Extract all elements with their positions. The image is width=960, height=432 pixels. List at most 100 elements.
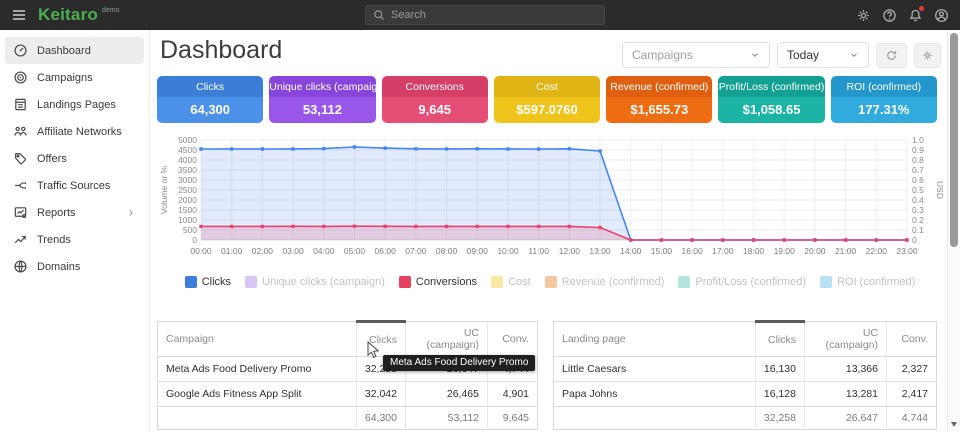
help-icon[interactable] (876, 0, 902, 30)
column-header-landing-page[interactable]: Landing page (554, 322, 756, 357)
row-tooltip: Meta Ads Food Delivery Promo (383, 355, 535, 371)
svg-text:0.2: 0.2 (912, 215, 924, 225)
menu-icon[interactable] (4, 0, 34, 30)
svg-text:0: 0 (912, 235, 917, 245)
totals-cell: 4,744 (887, 407, 937, 430)
column-header-campaign[interactable]: Campaign (158, 322, 357, 357)
account-icon[interactable] (928, 0, 954, 30)
sidebar-item-domains[interactable]: Domains (5, 253, 144, 280)
legend-swatch (820, 276, 832, 288)
refresh-button[interactable] (876, 43, 907, 68)
legend-label: ROI (confirmed) (837, 276, 915, 288)
svg-text:1000: 1000 (178, 215, 197, 225)
logo[interactable]: Keitaro demo (38, 0, 120, 30)
chevron-down-icon (750, 50, 760, 60)
svg-text:0.1: 0.1 (912, 225, 924, 235)
legend-item-profit-loss-confirmed-[interactable]: Profit/Loss (confirmed) (678, 276, 806, 288)
legend-swatch (545, 276, 557, 288)
svg-text:06:00: 06:00 (375, 246, 397, 256)
sidebar-item-affiliate-networks[interactable]: Affiliate Networks (5, 118, 144, 145)
column-header-uc-campaign-[interactable]: UC (campaign) (805, 322, 887, 357)
scrollbar-thumb[interactable] (950, 33, 958, 247)
svg-text:20:00: 20:00 (804, 246, 826, 256)
logo-badge: demo (102, 7, 120, 14)
legend-item-cost[interactable]: Cost (491, 276, 531, 288)
svg-text:2500: 2500 (178, 185, 197, 195)
svg-text:5000: 5000 (178, 135, 197, 145)
table-cell: Papa Johns (554, 382, 756, 407)
landing-pages-table: Landing pageClicksUC (campaign)Conv.Litt… (553, 320, 937, 430)
metric-card-value: 53,112 (269, 97, 375, 123)
target-icon (13, 70, 28, 85)
split-icon (13, 178, 28, 193)
metric-card-label: Revenue (confirmed) (606, 76, 712, 97)
totals-cell: 32,258 (755, 407, 804, 430)
sidebar-item-reports[interactable]: Reports (5, 199, 144, 226)
sidebar-item-landings-pages[interactable]: Landings Pages (5, 91, 144, 118)
svg-text:14:00: 14:00 (620, 246, 642, 256)
totals-cell: 64,300 (356, 407, 405, 430)
notifications-icon[interactable] (902, 0, 928, 30)
legend-item-unique-clicks-campaign-[interactable]: Unique clicks (campaign) (245, 276, 385, 288)
campaigns-filter-select[interactable]: Campaigns (622, 42, 770, 68)
totals-cell (158, 407, 357, 430)
legend-item-revenue-confirmed-[interactable]: Revenue (confirmed) (545, 276, 665, 288)
main-content: Dashboard Campaigns Today Clicks64,300Un… (150, 30, 947, 432)
svg-text:07:00: 07:00 (405, 246, 427, 256)
svg-text:09:00: 09:00 (467, 246, 489, 256)
svg-text:500: 500 (183, 225, 197, 235)
chart-legend: Clicks Unique clicks (campaign) Conversion… (157, 276, 943, 288)
metric-card-conversions: Conversions9,645 (382, 76, 488, 123)
sidebar-item-trends[interactable]: Trends (5, 226, 144, 253)
column-header-uc-campaign-[interactable]: UC (campaign) (406, 322, 488, 357)
sidebar-item-dashboard[interactable]: Dashboard (5, 37, 144, 64)
legend-label: Profit/Loss (confirmed) (695, 276, 806, 288)
svg-text:0: 0 (192, 235, 197, 245)
sidebar-item-offers[interactable]: Offers (5, 145, 144, 172)
metric-card-label: Profit/Loss (confirmed) (718, 76, 824, 97)
header-controls: Campaigns Today (622, 42, 941, 68)
table-cell: 13,281 (805, 382, 887, 407)
column-header-conv-[interactable]: Conv. (488, 322, 538, 357)
column-header-clicks[interactable]: Clicks (356, 322, 405, 357)
legend-swatch (678, 276, 690, 288)
svg-text:17:00: 17:00 (712, 246, 734, 256)
sidebar-item-label: Reports (37, 207, 126, 219)
column-header-conv-[interactable]: Conv. (887, 322, 937, 357)
table-cell: Little Caesars (554, 357, 756, 382)
svg-text:08:00: 08:00 (436, 246, 458, 256)
totals-cell: 53,112 (406, 407, 488, 430)
svg-text:11:00: 11:00 (528, 246, 549, 256)
legend-item-conversions[interactable]: Conversions (399, 276, 477, 288)
metric-card-label: Conversions (382, 76, 488, 97)
dashboard-settings-button[interactable] (914, 43, 941, 68)
period-select[interactable]: Today (777, 42, 869, 68)
search-bar[interactable] (365, 5, 605, 25)
sidebar-item-traffic-sources[interactable]: Traffic Sources (5, 172, 144, 199)
totals-cell: 26,647 (805, 407, 887, 430)
settings-icon[interactable] (850, 0, 876, 30)
people-icon (13, 124, 28, 139)
legend-label: Revenue (confirmed) (562, 276, 665, 288)
metric-card-label: Unique clicks (campaign) (269, 76, 375, 97)
column-header-clicks[interactable]: Clicks (755, 322, 804, 357)
scrollbar-down-arrow-icon[interactable] (951, 422, 957, 427)
table-cell: Google Ads Fitness App Split (158, 382, 357, 407)
sidebar-item-campaigns[interactable]: Campaigns (5, 64, 144, 91)
table-row[interactable]: Little Caesars16,13013,3662,327 (554, 357, 937, 382)
table-cell: 26,465 (406, 382, 488, 407)
metric-card-cost: Cost$597.0760 (494, 76, 600, 123)
svg-text:0.7: 0.7 (912, 165, 924, 175)
search-input[interactable] (391, 9, 597, 21)
landing-pages-table: Landing pageClicksUC (campaign)Conv.Litt… (553, 320, 937, 430)
legend-item-roi-confirmed-[interactable]: ROI (confirmed) (820, 276, 915, 288)
svg-text:16:00: 16:00 (681, 246, 703, 256)
svg-text:13:00: 13:00 (589, 246, 611, 256)
svg-text:0.8: 0.8 (912, 155, 924, 165)
period-value: Today (787, 48, 819, 62)
table-row[interactable]: Google Ads Fitness App Split32,04226,465… (158, 382, 538, 407)
sidebar-item-label: Offers (37, 153, 136, 165)
legend-item-clicks[interactable]: Clicks (185, 276, 231, 288)
metric-card-unique-clicks-campaign-: Unique clicks (campaign)53,112 (269, 76, 375, 123)
table-row[interactable]: Papa Johns16,12813,2812,417 (554, 382, 937, 407)
